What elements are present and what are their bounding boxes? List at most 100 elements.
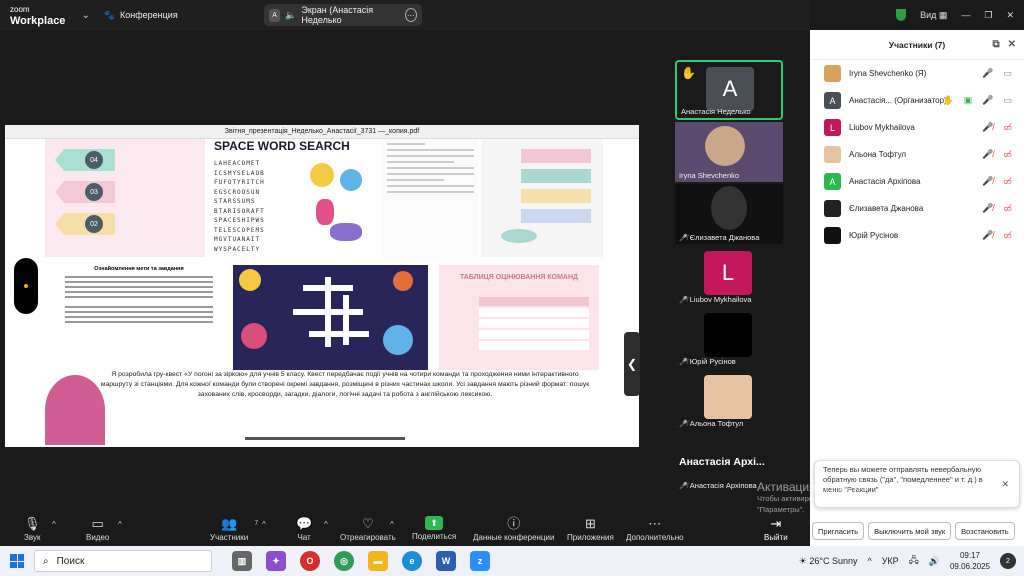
conference-button[interactable]: 🐾 Конференция — [104, 10, 178, 21]
camera-off-icon[interactable]: ▭̸ — [1003, 149, 1012, 160]
participant-row[interactable]: Єлизавета Джанова 🎤̸ ▭̸ — [810, 195, 1024, 222]
show-hidden-icons-icon[interactable]: ^ — [867, 556, 871, 566]
watermark-title: Активация Windows — [757, 480, 868, 494]
close-icon[interactable]: ✕ — [1001, 479, 1009, 489]
video-tile[interactable]: 🎤̸ Альона Тофтул — [675, 370, 783, 430]
tile-name-text: Альона Тофтул — [689, 419, 744, 428]
opera-icon[interactable]: O — [300, 551, 320, 571]
mute-me-button[interactable]: Выключить мой звук — [868, 522, 952, 540]
table-row — [479, 319, 589, 328]
participant-row[interactable]: A Анастасія... (Организатор) ✋ ▣ 🎤 ▭ — [810, 87, 1024, 114]
planet-illustration — [340, 169, 362, 191]
more-button[interactable]: ⋯ Дополнительно — [626, 516, 684, 542]
mic-muted-icon[interactable]: 🎤̸ — [982, 230, 993, 241]
date-text: 09.06.2025 — [949, 562, 990, 571]
notifications-badge[interactable]: 2 — [1000, 553, 1016, 569]
participant-name: Анастасія... (Организатор) — [849, 96, 947, 105]
document-scrollbar[interactable] — [245, 437, 405, 440]
shared-screen-area: Звітня_презентація_Неделько_Анастасії_37… — [0, 30, 675, 514]
mic-icon[interactable]: 🎤 — [982, 68, 993, 79]
tile-name: 🎤̸ Liubov Mykhailova — [679, 295, 751, 304]
sun-illustration — [310, 163, 334, 187]
participant-row[interactable]: A Анастасія Архіпова 🎤̸ ▭̸ — [810, 168, 1024, 195]
mic-muted-icon[interactable]: 🎤̸ — [982, 176, 993, 187]
restore-icon[interactable]: ❐ — [984, 10, 992, 21]
windows-start-icon[interactable] — [10, 554, 24, 568]
chat-label: Чат — [297, 533, 311, 542]
zoom-icon[interactable]: z — [470, 551, 490, 571]
participant-row[interactable]: Iryna Shevchenko (Я) 🎤 ▭ — [810, 60, 1024, 87]
camera-icon[interactable]: ▭ — [1003, 95, 1012, 106]
grid-row: LAHEACOMET — [214, 160, 261, 167]
tile-name-text: Юрій Русінов — [689, 357, 736, 366]
copilot-icon[interactable]: ✦ — [266, 551, 286, 571]
chevron-down-icon[interactable]: ⌄ — [81, 10, 89, 21]
audio-options-caret[interactable]: ^ — [52, 520, 56, 529]
camera-off-icon[interactable]: ▭̸ — [1003, 203, 1012, 214]
participants-label: Участники — [210, 533, 249, 542]
camera-icon[interactable]: ▭ — [1003, 68, 1012, 79]
camera-off-icon[interactable]: ▭̸ — [1003, 176, 1012, 187]
react-label: Отреагировать — [340, 533, 396, 542]
chat-button[interactable]: 💬 Чат — [296, 516, 312, 542]
text-line — [65, 311, 213, 313]
text-line — [65, 306, 213, 308]
react-options-caret[interactable]: ^ — [390, 520, 394, 529]
volume-icon[interactable]: 🔊 — [929, 556, 940, 567]
step-number: 03 — [85, 183, 103, 201]
video-tile[interactable]: ✋ A Анастасія Неделько — [675, 60, 783, 120]
meeting-info-button[interactable]: ⓘ Данные конференции — [473, 516, 554, 542]
language-indicator[interactable]: УКР — [882, 556, 899, 566]
participants-button[interactable]: 👥 7 Участники — [210, 516, 258, 542]
share-controls-grip[interactable] — [14, 258, 38, 314]
mic-icon[interactable]: 🎤 — [982, 95, 993, 106]
react-button[interactable]: ♡ Отреагировать — [340, 516, 396, 542]
planet-illustration — [383, 325, 413, 355]
view-button[interactable]: Вид ▦ — [920, 10, 947, 21]
screen-share-pill[interactable]: A 🔈 Экран (Анастасія Неделько ··· — [264, 4, 422, 26]
clock[interactable]: 09:17 09.06.2025 — [950, 550, 990, 572]
close-icon[interactable]: ✕ — [1006, 10, 1014, 21]
video-tile[interactable]: Iryna Shevchenko — [675, 122, 783, 182]
video-tile[interactable]: 🎤̸ Єлизавета Джанова — [675, 184, 783, 244]
mic-muted-icon[interactable]: 🎤̸ — [982, 122, 993, 133]
network-icon[interactable]: 🖧 — [909, 553, 919, 569]
participant-row[interactable]: Альона Тофтул 🎤̸ ▭̸ — [810, 141, 1024, 168]
planet-illustration — [241, 323, 267, 349]
share-button[interactable]: ⬆ Поделиться — [412, 516, 456, 541]
mic-muted-icon[interactable]: 🎤̸ — [982, 149, 993, 160]
more-options-icon[interactable]: ··· — [404, 8, 417, 22]
restore-button[interactable]: Возстановить — [955, 522, 1015, 540]
chat-options-caret[interactable]: ^ — [324, 520, 328, 529]
minimize-icon[interactable]: — — [961, 10, 970, 20]
edge-icon[interactable]: e — [402, 551, 422, 571]
chrome-icon[interactable]: ◎ — [334, 551, 354, 571]
invite-button[interactable]: Пригласить — [812, 522, 865, 540]
popout-icon[interactable]: ⧉ — [992, 39, 999, 50]
audio-button[interactable]: 🎙 Звук — [24, 516, 41, 542]
file-explorer-icon[interactable]: ▬ — [368, 551, 388, 571]
weather-widget[interactable]: ☀ 26°C Sunny — [799, 556, 858, 567]
apps-button[interactable]: ⊞ Приложения — [567, 516, 614, 542]
video-button[interactable]: ▭ Видео — [86, 516, 109, 542]
camera-off-icon[interactable]: ▭̸ — [1003, 230, 1012, 241]
taskbar-search[interactable]: ⌕ Поиск — [34, 550, 212, 572]
participant-row[interactable]: Юрій Русінов 🎤̸ ▭̸ — [810, 222, 1024, 249]
participant-row[interactable]: L Liubov Mykhailova 🎤̸ ▭̸ — [810, 114, 1024, 141]
participants-options-caret[interactable]: ^ — [262, 520, 266, 529]
video-options-caret[interactable]: ^ — [118, 520, 122, 529]
shield-icon[interactable] — [896, 9, 907, 21]
sharer-avatar: A — [269, 8, 281, 22]
camera-off-icon[interactable]: ▭̸ — [1003, 122, 1012, 133]
close-icon[interactable]: ✕ — [1008, 39, 1016, 50]
info-bar — [521, 149, 591, 163]
task-view-icon[interactable]: ▥ — [232, 551, 252, 571]
participant-name: Liubov Mykhailova — [849, 123, 915, 132]
collapse-strip-button[interactable]: ❮ — [624, 332, 640, 396]
participant-name: Єлизавета Джанова — [849, 204, 924, 213]
word-icon[interactable]: W — [436, 551, 456, 571]
leave-button[interactable]: ⇥ Выйти — [764, 516, 788, 542]
video-tile[interactable]: 🎤̸ Юрій Русінов — [675, 308, 783, 368]
mic-muted-icon[interactable]: 🎤̸ — [982, 203, 993, 214]
video-tile[interactable]: L 🎤̸ Liubov Mykhailova — [675, 246, 783, 306]
